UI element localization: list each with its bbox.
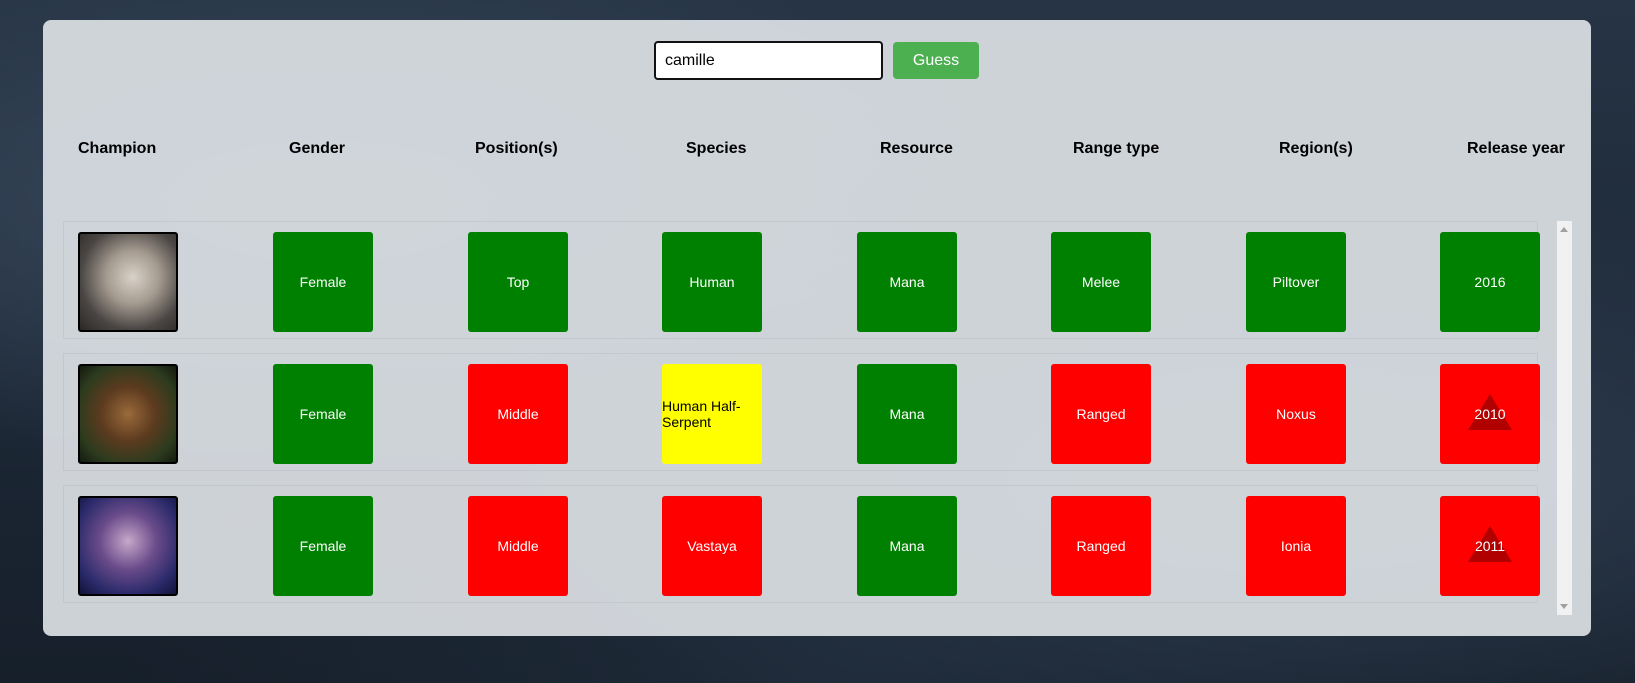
resource-cell: Mana <box>857 232 957 332</box>
position-cell: Middle <box>468 496 568 596</box>
game-panel: Guess Champion Gender Position(s) Specie… <box>43 20 1591 636</box>
guess-row: Female Middle Vastaya Mana Ranged Ionia … <box>63 485 1540 603</box>
header-regions: Region(s) <box>1279 140 1353 157</box>
release-year-cell: 2010 <box>1440 364 1540 464</box>
header-resource: Resource <box>880 140 953 157</box>
range-type-cell: Melee <box>1051 232 1151 332</box>
header-range-type: Range type <box>1073 140 1160 157</box>
header-species: Species <box>686 140 747 157</box>
gender-cell: Female <box>273 364 373 464</box>
guess-row: Female Middle Human Half-Serpent Mana Ra… <box>63 353 1540 471</box>
champion-portrait-icon <box>78 232 178 332</box>
column-headers: Champion Gender Position(s) Species Reso… <box>43 140 1591 170</box>
guess-row: Female Top Human Mana Melee Piltover 201… <box>63 221 1540 339</box>
champion-portrait-icon <box>78 364 178 464</box>
gender-cell: Female <box>273 496 373 596</box>
scroll-up-icon[interactable] <box>1560 227 1568 232</box>
search-bar: Guess <box>654 41 979 80</box>
release-year-cell: 2016 <box>1440 232 1540 332</box>
resource-cell: Mana <box>857 364 957 464</box>
header-release-year: Release year <box>1467 140 1565 157</box>
champion-search-input[interactable] <box>654 41 883 80</box>
species-cell: Vastaya <box>662 496 762 596</box>
region-cell: Piltover <box>1246 232 1346 332</box>
release-year-cell: 2011 <box>1440 496 1540 596</box>
range-type-cell: Ranged <box>1051 364 1151 464</box>
species-cell: Human Half-Serpent <box>662 364 762 464</box>
scroll-down-icon[interactable] <box>1560 604 1568 609</box>
list-scrollbar[interactable] <box>1557 221 1572 615</box>
region-cell: Noxus <box>1246 364 1346 464</box>
header-positions: Position(s) <box>475 140 558 157</box>
position-cell: Middle <box>468 364 568 464</box>
header-champion: Champion <box>78 140 157 157</box>
header-gender: Gender <box>289 140 346 157</box>
resource-cell: Mana <box>857 496 957 596</box>
species-cell: Human <box>662 232 762 332</box>
range-type-cell: Ranged <box>1051 496 1151 596</box>
guess-button[interactable]: Guess <box>893 42 979 79</box>
gender-cell: Female <box>273 232 373 332</box>
position-cell: Top <box>468 232 568 332</box>
guess-list[interactable]: Female Top Human Mana Melee Piltover 201… <box>63 221 1558 615</box>
champion-portrait-icon <box>78 496 178 596</box>
region-cell: Ionia <box>1246 496 1346 596</box>
